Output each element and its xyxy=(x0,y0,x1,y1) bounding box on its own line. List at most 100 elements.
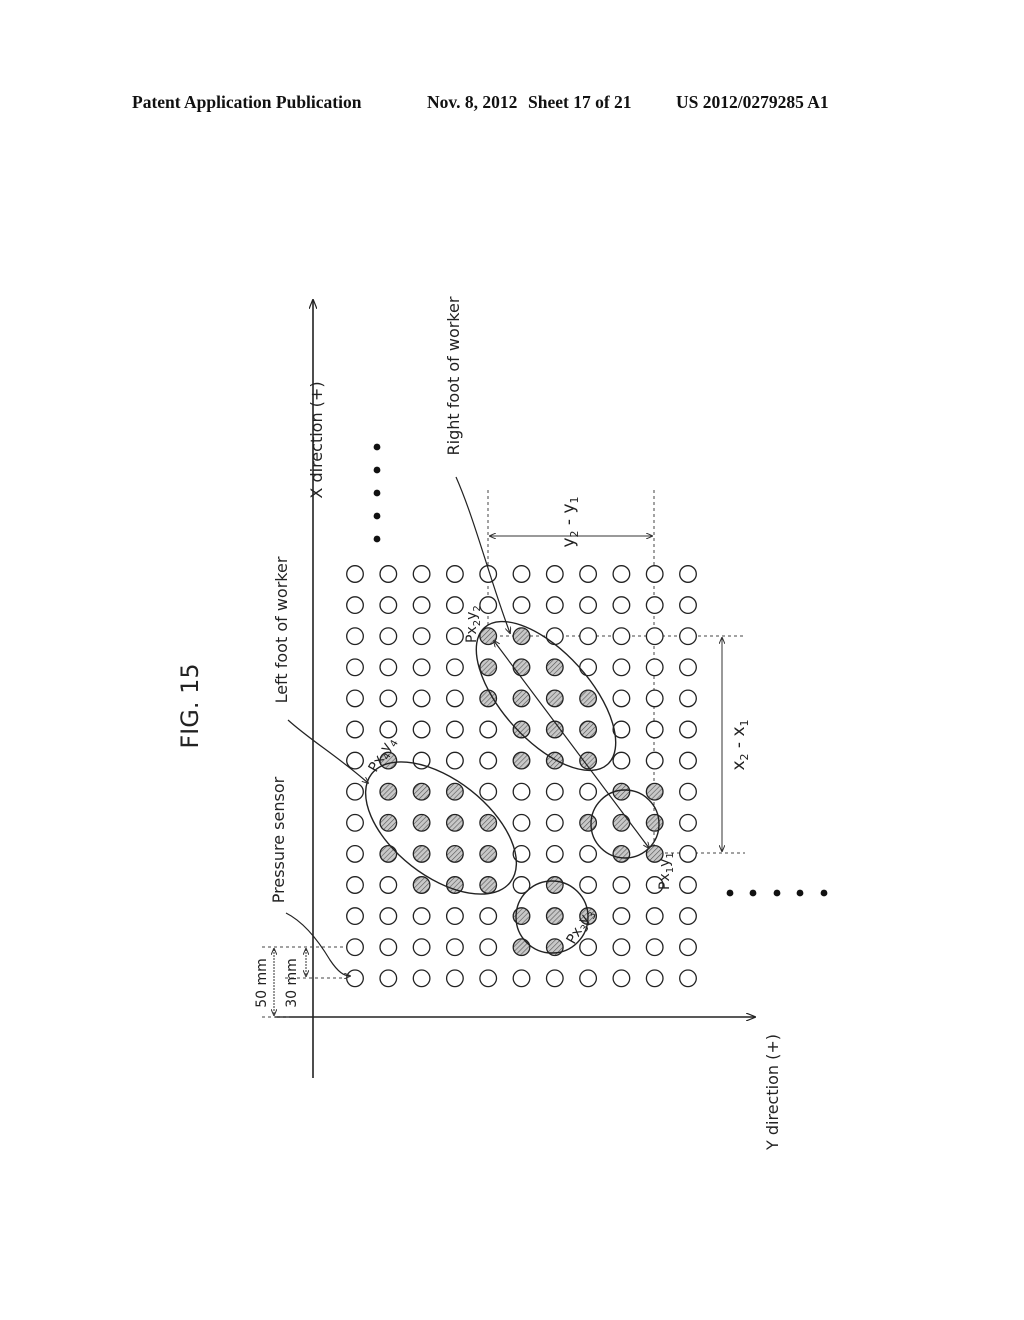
pressure-sensor-active xyxy=(512,720,531,739)
pressure-sensor xyxy=(346,751,364,770)
pressure-sensor xyxy=(679,969,697,988)
pressure-sensor xyxy=(346,596,364,615)
pressure-sensor xyxy=(479,751,498,770)
pressure-sensor xyxy=(645,658,664,677)
point-label-p4: Px4y4 xyxy=(366,734,401,776)
dx-label: x2 - x1 xyxy=(729,719,751,770)
pressure-sensor-active xyxy=(479,689,498,708)
pressure-sensor xyxy=(512,782,531,801)
pressure-sensor-active xyxy=(445,782,464,801)
pressure-sensor xyxy=(579,969,598,988)
pressure-sensor xyxy=(579,658,598,677)
pressure-sensor xyxy=(379,876,398,894)
pressure-sensor xyxy=(545,627,564,646)
foot-regions xyxy=(364,620,660,954)
pitch-50-label: 50 mm xyxy=(254,958,270,1008)
right-foot-label: Right foot of worker xyxy=(444,296,463,455)
pitch-30-label: 30 mm xyxy=(284,958,300,1008)
pressure-sensor xyxy=(679,565,697,583)
pressure-sensor-active xyxy=(512,938,531,957)
pressure-sensor xyxy=(412,627,431,646)
pressure-sensor xyxy=(412,689,431,708)
pressure-sensor xyxy=(679,627,697,646)
pressure-sensor xyxy=(645,627,664,646)
pressure-sensor xyxy=(346,813,364,832)
pressure-sensor xyxy=(379,596,398,615)
pressure-sensor-active xyxy=(612,844,631,863)
pressure-sensor xyxy=(645,689,664,708)
pressure-sensor xyxy=(579,782,598,801)
pressure-sensor xyxy=(679,782,697,801)
pressure-sensor xyxy=(645,751,664,770)
pressure-sensor xyxy=(679,596,697,615)
pressure-sensor xyxy=(346,627,364,646)
pressure-sensor-active xyxy=(612,813,631,832)
pressure-sensor xyxy=(346,565,364,583)
pressure-sensor xyxy=(579,844,598,863)
pressure-sensor xyxy=(612,876,631,894)
pressure-sensor xyxy=(346,876,364,894)
pressure-sensor-active xyxy=(645,813,664,832)
pressure-sensor xyxy=(445,627,464,646)
pressure-sensor-active xyxy=(379,844,398,863)
pressure-sensor-active xyxy=(379,813,398,832)
x-continuation-dots xyxy=(373,443,381,543)
pressure-sensor xyxy=(346,844,364,863)
pressure-sensor xyxy=(412,596,431,615)
figure-15-diagram: FIG. 15 X direction (+) Y direction (+) … xyxy=(176,296,828,1151)
pressure-sensor xyxy=(479,782,498,801)
pressure-sensor xyxy=(412,969,431,988)
pressure-sensor xyxy=(346,658,364,677)
pressure-sensor xyxy=(379,627,398,646)
pressure-sensor xyxy=(645,969,664,988)
pressure-sensor xyxy=(445,720,464,739)
pressure-sensor xyxy=(579,596,598,615)
pressure-sensor-active xyxy=(379,782,398,801)
pressure-sensor-active xyxy=(412,844,431,863)
pressure-sensor xyxy=(545,969,564,988)
pressure-sensor xyxy=(545,565,564,583)
pressure-sensor xyxy=(645,596,664,615)
x-axis-label: X direction (+) xyxy=(307,381,326,498)
pressure-sensor-active xyxy=(545,907,564,926)
pressure-sensor xyxy=(346,782,364,801)
pressure-sensor-active xyxy=(479,876,498,894)
pressure-sensor xyxy=(445,751,464,770)
pressure-sensor-active xyxy=(512,689,531,708)
pressure-sensor xyxy=(612,596,631,615)
pressure-sensor-active xyxy=(545,658,564,677)
pressure-sensor xyxy=(445,565,464,583)
pressure-sensor xyxy=(379,689,398,708)
pressure-sensor xyxy=(445,969,464,988)
pressure-sensor xyxy=(512,565,531,583)
pressure-sensor xyxy=(445,596,464,615)
pressure-sensor-active xyxy=(445,844,464,863)
pressure-sensor-active xyxy=(412,876,431,894)
pressure-sensor xyxy=(612,689,631,708)
pressure-sensor xyxy=(679,813,697,832)
pressure-sensor xyxy=(679,689,697,708)
pressure-sensor xyxy=(612,627,631,646)
pressure-sensor xyxy=(346,720,364,739)
pressure-sensor xyxy=(679,720,697,739)
pressure-sensor-active xyxy=(545,689,564,708)
pressure-sensor xyxy=(379,565,398,583)
pressure-sensor xyxy=(612,565,631,583)
pressure-sensor-grid xyxy=(346,565,697,988)
y-axis-label: Y direction (+) xyxy=(763,1034,782,1151)
pressure-sensor xyxy=(479,938,498,957)
pressure-sensor xyxy=(679,876,697,894)
pressure-sensor xyxy=(679,751,697,770)
pressure-sensor xyxy=(379,938,398,957)
pressure-sensor xyxy=(612,907,631,926)
guide-lines xyxy=(262,490,745,1018)
figure-title: FIG. 15 xyxy=(176,663,204,748)
pressure-sensor xyxy=(379,969,398,988)
pressure-sensor xyxy=(612,751,631,770)
pressure-sensor xyxy=(379,720,398,739)
pressure-sensor xyxy=(412,907,431,926)
pressure-sensor-active xyxy=(512,658,531,677)
pressure-sensor xyxy=(645,938,664,957)
pressure-sensor xyxy=(479,907,498,926)
pressure-sensor xyxy=(346,969,364,988)
